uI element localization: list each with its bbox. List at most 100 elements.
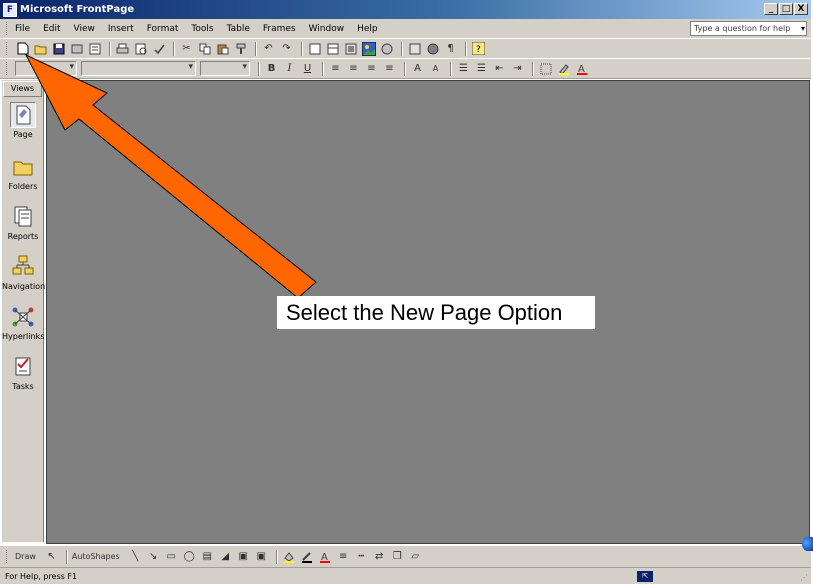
help-icon[interactable]: ? [471,41,486,56]
highlight-icon[interactable] [556,61,571,76]
menu-grip[interactable] [6,22,9,35]
toolbar-separator [404,61,406,76]
insert-table-icon[interactable] [325,41,340,56]
resize-grip-icon[interactable]: ⋰ [800,573,808,582]
insert-picture-icon[interactable]: ▣ [254,549,269,564]
menu-edit[interactable]: Edit [43,24,60,34]
select-objects-icon[interactable]: ↖ [44,549,59,564]
toolbar-separator [173,41,175,56]
folder-list-icon[interactable] [87,41,102,56]
shadow-icon[interactable]: ❐ [390,549,405,564]
font-color-icon[interactable]: A [574,61,589,76]
undo-icon[interactable]: ↶ [261,41,276,56]
dash-style-icon[interactable]: ┅ [354,549,369,564]
align-right-icon[interactable]: ≡ [364,61,379,76]
autoshapes-menu-button[interactable]: AutoShapes [72,552,120,561]
toolbar-separator [401,41,403,56]
menu-tools[interactable]: Tools [191,24,213,34]
arrow-style-icon[interactable]: ⇄ [372,549,387,564]
italic-button[interactable]: I [282,61,297,76]
fill-color-icon[interactable] [282,549,297,564]
view-navigation[interactable]: Navigation [2,254,45,291]
bullets-icon[interactable]: ☰ [474,61,489,76]
menu-insert[interactable]: Insert [108,24,134,34]
toolbar-separator [301,41,303,56]
increase-font-icon[interactable]: A [410,61,425,76]
menu-window[interactable]: Window [309,24,345,34]
font-select[interactable] [81,61,196,76]
toolbar-grip[interactable] [6,550,9,563]
clipart-icon[interactable]: ▣ [236,549,251,564]
align-left-icon[interactable]: ≡ [328,61,343,76]
view-tasks[interactable]: Tasks [2,354,44,391]
navigation-view-icon [10,254,36,280]
menu-format[interactable]: Format [147,24,179,34]
underline-button[interactable]: U [300,61,315,76]
toolbar-grip[interactable] [6,42,9,55]
increase-indent-icon[interactable]: ⇥ [510,61,525,76]
view-page[interactable]: Page [2,102,44,139]
instruction-callout: Select the New Page Option [277,296,595,329]
format-painter-icon[interactable] [233,41,248,56]
frontpage-app-icon[interactable]: F [3,2,17,17]
decrease-font-icon[interactable]: A [428,61,443,76]
open-folder-icon[interactable] [33,41,48,56]
menu-table[interactable]: Table [227,24,250,34]
align-center-icon[interactable]: ≡ [346,61,361,76]
line-color-icon[interactable] [300,549,315,564]
views-header: Views [3,81,42,97]
new-page-icon[interactable] [15,41,30,56]
toolbar-grip[interactable] [6,62,9,75]
svg-text:?: ? [476,45,481,55]
tasks-view-icon [10,354,36,380]
cut-icon[interactable]: ✂ [179,41,194,56]
font-size-select[interactable] [200,61,250,76]
textbox-tool-icon[interactable]: ▤ [200,549,215,564]
toolbar-separator [65,549,68,564]
publish-icon[interactable] [69,41,84,56]
bold-button[interactable]: B [264,61,279,76]
drawing-icon[interactable] [379,41,394,56]
arrow-tool-icon[interactable]: ↘ [146,549,161,564]
style-select[interactable] [15,61,77,76]
spelling-icon[interactable] [151,41,166,56]
chevron-down-icon[interactable]: ▾ [801,22,805,35]
maximize-button[interactable]: □ [779,3,793,15]
line-style-icon[interactable]: ≡ [336,549,351,564]
oval-tool-icon[interactable]: ◯ [182,549,197,564]
decrease-indent-icon[interactable]: ⇤ [492,61,507,76]
wordart-icon[interactable]: ◢ [218,549,233,564]
menu-frames[interactable]: Frames [263,24,296,34]
save-icon[interactable] [51,41,66,56]
3d-icon[interactable]: ▱ [408,549,423,564]
view-folders[interactable]: Folders [2,154,44,191]
hyperlink-icon[interactable] [407,41,422,56]
web-component-icon[interactable] [307,41,322,56]
print-preview-icon[interactable] [133,41,148,56]
menu-file[interactable]: File [15,24,30,34]
copy-icon[interactable] [197,41,212,56]
paste-icon[interactable] [215,41,230,56]
menu-help[interactable]: Help [357,24,378,34]
font-color-icon[interactable]: A [318,549,333,564]
refresh-icon[interactable] [425,41,440,56]
justify-icon[interactable]: ≡ [382,61,397,76]
rectangle-tool-icon[interactable]: ▭ [164,549,179,564]
close-button[interactable]: X [794,3,808,15]
insert-layer-icon[interactable] [343,41,358,56]
globe-icon [802,537,813,551]
ask-question-input[interactable]: Type a question for help ▾ [690,21,807,36]
borders-icon[interactable] [538,61,553,76]
toolbar-separator [322,61,324,76]
minimize-button[interactable]: _ [764,3,778,15]
print-icon[interactable] [115,41,130,56]
draw-menu-button[interactable]: Draw [15,552,36,561]
numbering-icon[interactable]: ☰ [456,61,471,76]
line-tool-icon[interactable]: ╲ [128,549,143,564]
redo-icon[interactable]: ↷ [279,41,294,56]
view-reports[interactable]: Reports [2,204,44,241]
paragraph-marks-icon[interactable]: ¶ [443,41,458,56]
menu-view[interactable]: View [74,24,95,34]
view-hyperlinks[interactable]: Hyperlinks [2,304,44,341]
insert-picture-icon[interactable] [361,41,376,56]
